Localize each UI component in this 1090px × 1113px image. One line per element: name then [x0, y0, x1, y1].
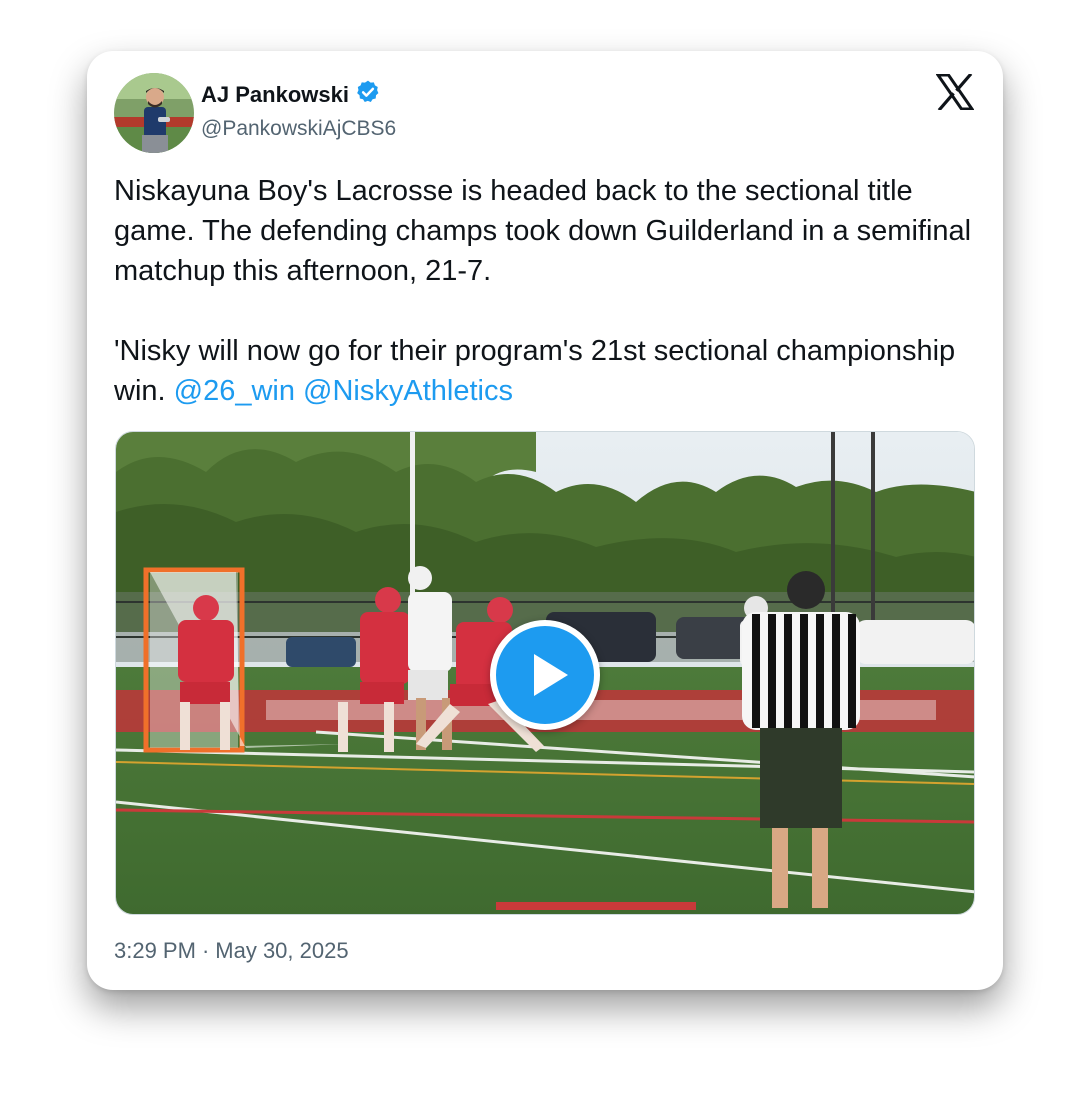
tweet-time: 3:29 PM — [114, 938, 196, 963]
tweet-paragraph-1: Niskayuna Boy's Lacrosse is headed back … — [114, 175, 972, 287]
mention-26-win[interactable]: @26_win — [174, 375, 295, 407]
x-logo-icon[interactable] — [935, 72, 975, 112]
tweet-text: Niskayuna Boy's Lacrosse is headed back … — [114, 171, 984, 411]
play-button[interactable] — [490, 620, 600, 730]
tweet-card: AJ Pankowski @PankowskiAjCBS6 Niskayuna … — [87, 51, 1003, 990]
avatar[interactable] — [114, 73, 194, 153]
verified-badge-icon — [355, 79, 381, 110]
timestamp-separator: · — [201, 938, 210, 963]
video-player[interactable] — [115, 431, 975, 915]
author-display-name[interactable]: AJ Pankowski — [201, 82, 349, 108]
mention-nisky-athletics[interactable]: @NiskyAthletics — [303, 375, 513, 407]
tweet-paragraph-2: 'Nisky will now go for their program's 2… — [114, 331, 984, 411]
play-icon — [534, 654, 568, 696]
author-handle[interactable]: @PankowskiAjCBS6 — [201, 117, 396, 141]
author-name-row: AJ Pankowski — [201, 79, 381, 110]
tweet-date: May 30, 2025 — [215, 938, 349, 963]
tweet-timestamp[interactable]: 3:29 PM · May 30, 2025 — [114, 938, 349, 964]
